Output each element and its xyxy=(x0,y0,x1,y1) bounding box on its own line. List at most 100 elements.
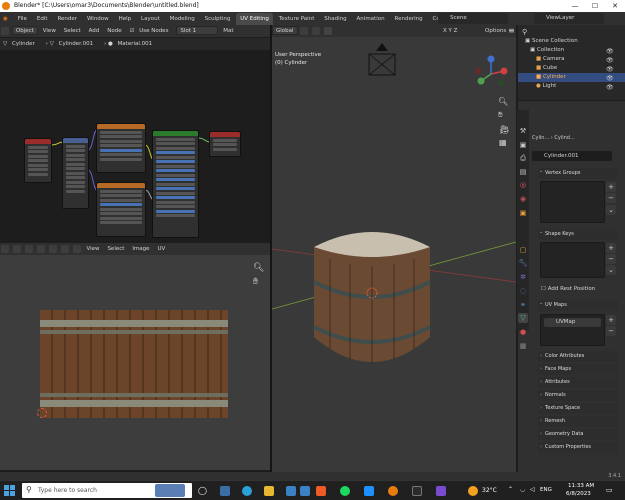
sidebar-toggle-icon[interactable]: ≡ xyxy=(508,26,518,36)
visibility-toggles[interactable]: 👁︎ 👁︎ 👁︎ 👁︎ 👁︎ xyxy=(606,47,614,92)
uv-edge-icon[interactable] xyxy=(48,244,57,253)
remove-uv-map-button[interactable]: − xyxy=(606,326,616,336)
object-mode-dropdown[interactable]: Object xyxy=(11,26,38,35)
outliner-row-scene-collection[interactable]: ▣ Scene Collection xyxy=(525,38,578,44)
camera-view-icon[interactable]: 🎥︎ xyxy=(499,125,509,134)
outliner-row-camera[interactable]: ■ Camera xyxy=(536,56,565,62)
viewport-zoom-icon[interactable]: 🔍︎ xyxy=(498,97,508,106)
editor-type-icon[interactable] xyxy=(1,26,9,35)
remove-shape-key-button[interactable]: − xyxy=(606,254,616,264)
uv-sync-icon[interactable] xyxy=(24,244,33,253)
outliner-row-light[interactable]: ● Light xyxy=(536,83,556,89)
mail-icon[interactable] xyxy=(300,486,310,496)
modifier-tab-icon[interactable]: 🔧︎ xyxy=(518,258,528,268)
add-shape-key-button[interactable]: + xyxy=(606,243,616,253)
app-icon-2[interactable] xyxy=(412,486,422,496)
uv-map-row[interactable]: UVMap xyxy=(544,318,601,327)
app-icon-3[interactable] xyxy=(436,486,446,496)
notifications-icon[interactable]: ▭ xyxy=(606,486,613,494)
mesh-data-tab-icon[interactable]: ▽ xyxy=(518,313,528,323)
proportional-icon[interactable] xyxy=(324,26,333,35)
snap-icon[interactable] xyxy=(312,26,321,35)
vertex-groups-panel-header[interactable]: Vertex Groups xyxy=(538,166,618,179)
particles-tab-icon[interactable]: ✲ xyxy=(518,272,528,282)
uv-maps-panel-header[interactable]: UV Maps xyxy=(538,298,618,311)
clock-time[interactable]: 11:33 AM xyxy=(568,483,594,489)
node-menu-add[interactable]: Add xyxy=(86,25,103,37)
shape-keys-panel-header[interactable]: Shape Keys xyxy=(538,227,618,240)
tool-tab-icon[interactable]: ⚒ xyxy=(518,126,528,136)
network-icon[interactable]: ◡ xyxy=(520,486,525,493)
world-tab-icon[interactable]: ◉ xyxy=(518,194,528,204)
store-icon[interactable] xyxy=(286,486,296,496)
options-dropdown[interactable]: Options xyxy=(482,25,509,37)
pan-hand-icon[interactable]: ✋︎ xyxy=(253,277,258,287)
pivot-icon[interactable] xyxy=(300,26,309,35)
widgets-icon[interactable] xyxy=(220,486,230,496)
remove-vertex-group-button[interactable]: − xyxy=(606,193,616,203)
brave-browser-icon[interactable] xyxy=(316,486,326,496)
outliner-filter-icon[interactable]: ⚲ xyxy=(522,28,527,36)
blender-taskbar-icon[interactable] xyxy=(388,486,398,496)
uv-select-mode-icon[interactable] xyxy=(12,244,21,253)
language-indicator[interactable]: ENG xyxy=(540,487,552,493)
material-dropdown[interactable]: Mat xyxy=(220,25,236,37)
render-tab-icon[interactable]: ▣ xyxy=(518,140,528,150)
principled-bsdf-node[interactable] xyxy=(152,130,199,238)
physics-tab-icon[interactable]: ◌ xyxy=(518,286,528,296)
uv-editor-type-icon[interactable] xyxy=(1,244,9,253)
axis-lock-x[interactable]: X Y Z xyxy=(440,25,460,37)
view-layer-tab-icon[interactable]: ▤ xyxy=(518,167,528,177)
node-menu-select[interactable]: Select xyxy=(61,25,84,37)
3d-viewport[interactable]: User Perspective (0) Cylinder 🔍︎ ✋︎ 🎥︎ ▦ xyxy=(272,37,516,472)
material-output-node[interactable] xyxy=(209,131,241,157)
use-nodes-checkbox[interactable]: ☑ Use Nodes xyxy=(127,25,175,37)
uv-vertex-icon[interactable] xyxy=(36,244,45,253)
outliner-row-cube[interactable]: ■ Cube xyxy=(536,65,557,71)
material-tab-icon[interactable]: ● xyxy=(518,327,528,337)
image-texture-node-2[interactable] xyxy=(96,182,146,237)
output-tab-icon[interactable]: ⎙ xyxy=(518,153,528,163)
texcoord-node[interactable] xyxy=(24,138,52,183)
constraints-tab-icon[interactable]: ⚭ xyxy=(518,300,528,310)
attributes-panel[interactable]: Attributes xyxy=(538,377,618,388)
image-texture-node[interactable] xyxy=(96,123,146,173)
zoom-icon[interactable]: 🔍︎ xyxy=(253,263,264,273)
uv-editor-canvas[interactable]: 🔍︎ ✋︎ xyxy=(0,255,270,470)
node-menu-node[interactable]: Node xyxy=(104,25,124,37)
windows-start-icon[interactable] xyxy=(4,485,15,496)
uv-cursor[interactable] xyxy=(37,408,47,418)
slot-dropdown[interactable]: Slot 1 xyxy=(176,26,219,35)
remesh-panel[interactable]: Remesh xyxy=(538,416,618,427)
scene-selector[interactable]: Scene xyxy=(438,13,508,24)
uv-menu-uv[interactable]: UV xyxy=(154,243,168,255)
texture-space-panel[interactable]: Texture Space xyxy=(538,403,618,414)
orientation-dropdown[interactable]: Global xyxy=(272,26,298,35)
close-button[interactable]: ✕ xyxy=(605,0,625,12)
custom-properties-panel[interactable]: Custom Properties xyxy=(538,442,618,453)
edge-browser-icon[interactable] xyxy=(242,486,252,496)
uv-menu-image[interactable]: Image xyxy=(129,243,152,255)
node-menu-view[interactable]: View xyxy=(40,25,59,37)
node-editor-canvas[interactable] xyxy=(0,50,270,240)
tray-chevron-icon[interactable]: ⌃ xyxy=(508,486,513,493)
file-explorer-icon[interactable] xyxy=(264,486,274,496)
volume-icon[interactable]: ◁ xyxy=(530,486,535,493)
geometry-data-panel[interactable]: Geometry Data xyxy=(538,429,618,440)
minimize-button[interactable]: — xyxy=(565,0,585,12)
add-uv-map-button[interactable]: + xyxy=(606,315,616,325)
uv-menu-select[interactable]: Select xyxy=(104,243,127,255)
uv-menu-view[interactable]: View xyxy=(83,243,102,255)
viewport-pan-icon[interactable]: ✋︎ xyxy=(498,110,503,120)
view-layer-selector[interactable]: ViewLayer xyxy=(534,13,604,24)
outliner-row-collection[interactable]: ▣ Collection xyxy=(530,47,564,53)
vertex-groups-list[interactable] xyxy=(540,181,605,223)
add-vertex-group-button[interactable]: + xyxy=(606,182,616,192)
mapping-node[interactable] xyxy=(62,137,89,209)
task-view-icon[interactable]: ◯ xyxy=(198,486,208,496)
collection-tab-icon[interactable]: ▣ xyxy=(518,208,528,218)
face-maps-panel[interactable]: Face Maps xyxy=(538,364,618,375)
mesh-name-field[interactable]: Cylinder.001 xyxy=(532,151,612,161)
uv-maps-list[interactable]: UVMap xyxy=(540,314,605,346)
texture-tab-icon[interactable]: ▦ xyxy=(518,341,528,351)
